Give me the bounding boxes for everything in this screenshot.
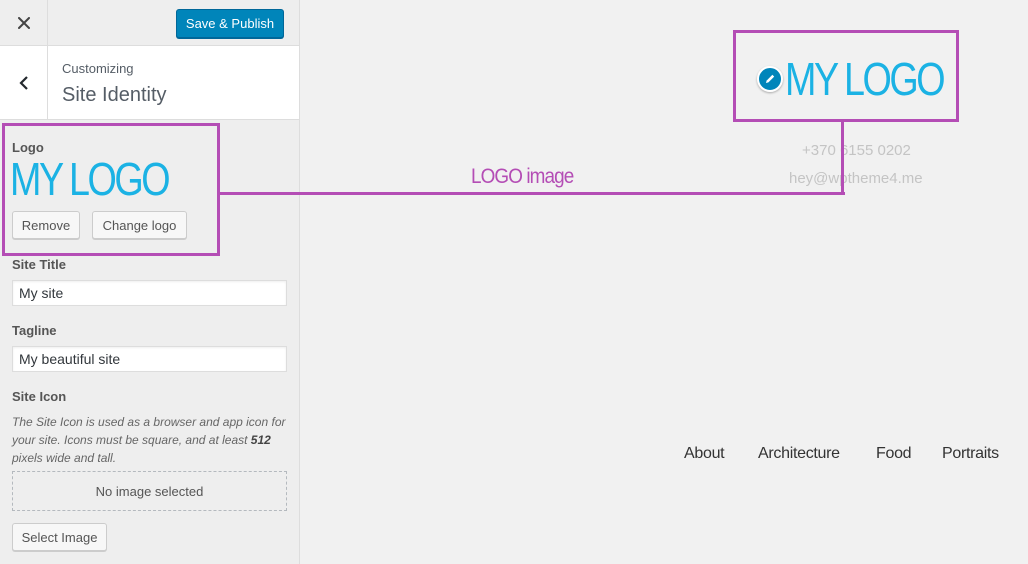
site-title-label: Site Title [12, 257, 66, 272]
preview-phone: +370 6155 0202 [802, 142, 911, 159]
site-icon-label: Site Icon [12, 389, 67, 404]
back-button[interactable] [0, 46, 48, 119]
breadcrumb: Customizing [62, 61, 134, 76]
tagline-input[interactable] [12, 346, 287, 372]
nav-item-food[interactable]: Food [876, 445, 912, 463]
select-image-button[interactable]: Select Image [12, 523, 107, 551]
annotation-connector-vertical [841, 120, 844, 195]
annotation-label: LOGO image [471, 165, 574, 188]
customizer-header: Save & Publish [0, 0, 299, 46]
save-publish-button[interactable]: Save & Publish [176, 9, 284, 38]
site-icon-description: The Site Icon is used as a browser and a… [12, 415, 286, 465]
annotation-box-sidebar-logo [2, 123, 220, 256]
site-icon-placeholder[interactable]: No image selected [12, 471, 287, 511]
annotation-connector-horizontal [218, 192, 845, 195]
annotation-box-preview-logo [733, 30, 959, 122]
close-button[interactable] [0, 0, 48, 45]
chevron-left-icon [18, 75, 28, 90]
customizer-sidebar: Save & Publish Customizing Site Identity… [0, 0, 300, 564]
section-title: Site Identity [62, 84, 167, 106]
section-header: Customizing Site Identity [0, 46, 299, 120]
tagline-label: Tagline [12, 323, 57, 338]
nav-item-about[interactable]: About [684, 445, 725, 463]
nav-item-portraits[interactable]: Portraits [942, 445, 999, 463]
close-icon [17, 16, 30, 29]
site-title-input[interactable] [12, 280, 287, 306]
preview-email: hey@wptheme4.me [789, 170, 923, 187]
nav-item-architecture[interactable]: Architecture [758, 445, 840, 463]
